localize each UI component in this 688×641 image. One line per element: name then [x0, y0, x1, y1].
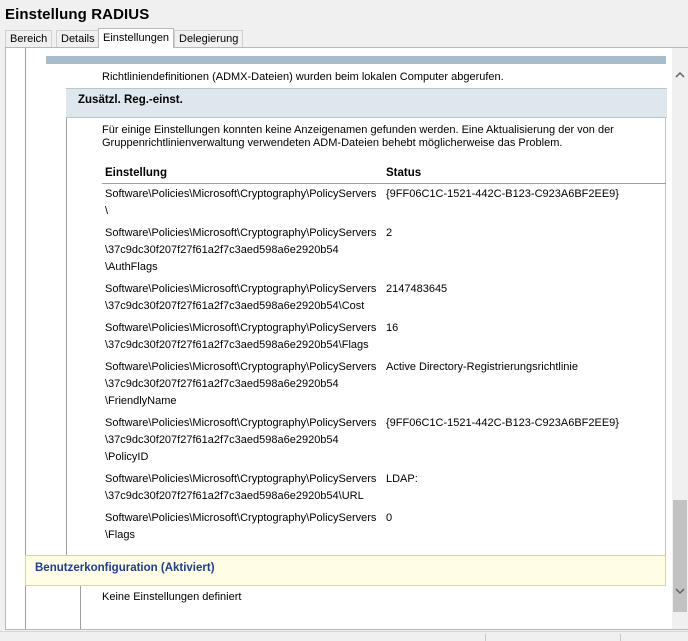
window-title: Einstellung RADIUS	[5, 6, 150, 23]
setting-status: 0	[386, 512, 393, 524]
table-row: Software\Policies\Microsoft\Cryptography…	[105, 281, 376, 315]
setting-status: 2147483645	[386, 283, 448, 295]
table-row: Software\Policies\Microsoft\Cryptography…	[105, 359, 376, 410]
setting-status: LDAP:	[386, 473, 418, 485]
setting-path-line: Software\Policies\Microsoft\Cryptography…	[105, 473, 377, 485]
setting-path-line: Software\Policies\Microsoft\Cryptography…	[105, 283, 377, 295]
setting-path-line: Software\Policies\Microsoft\Cryptography…	[105, 417, 377, 429]
setting-path-line: \37c9dc30f207f27f61a2f7c3aed598a6e2920b5…	[105, 434, 339, 446]
section-user-configuration[interactable]: Benutzerkonfiguration (Aktiviert)	[25, 555, 666, 586]
tab-delegierung[interactable]: Delegierung	[174, 30, 244, 47]
setting-path-line: Software\Policies\Microsoft\Cryptography…	[105, 512, 377, 524]
table-row: Software\Policies\Microsoft\Cryptography…	[105, 510, 376, 544]
setting-path-line: \37c9dc30f207f27f61a2f7c3aed598a6e2920b5…	[105, 490, 364, 502]
setting-path-line: Software\Policies\Microsoft\Cryptography…	[105, 322, 377, 334]
user-config-title: Benutzerkonfiguration (Aktiviert)	[35, 562, 215, 574]
no-settings-text: Keine Einstellungen definiert	[102, 591, 242, 603]
setting-path-line: Software\Policies\Microsoft\Cryptography…	[105, 361, 377, 373]
info-line-1: Für einige Einstellungen konnten keine A…	[102, 124, 614, 136]
tree-line-outer	[25, 48, 26, 555]
setting-path-line: \Flags	[105, 529, 135, 541]
setting-status: 2	[386, 227, 393, 239]
status-bar	[0, 631, 688, 641]
setting-path-line: \37c9dc30f207f27f61a2f7c3aed598a6e2920b5…	[105, 244, 339, 256]
vertical-scrollbar[interactable]	[672, 48, 688, 629]
setting-path-line: \AuthFlags	[105, 261, 158, 273]
table-row: Software\Policies\Microsoft\Cryptography…	[105, 415, 376, 466]
settings-report-panel: Richtliniendefinitionen (ADMX-Dateien) w…	[5, 47, 688, 630]
setting-status: Active Directory-Registrierungsrichtlini…	[386, 361, 578, 373]
setting-path-line: Software\Policies\Microsoft\Cryptography…	[105, 227, 377, 239]
section-title: Zusätzl. Reg.-einst.	[78, 94, 183, 106]
computer-config-header-band	[46, 56, 666, 64]
table-row: Software\Policies\Microsoft\Cryptography…	[105, 225, 376, 276]
info-line-2: Gruppenrichtlinienverwaltung verwendeten…	[102, 137, 563, 149]
report-content: Richtliniendefinitionen (ADMX-Dateien) w…	[6, 48, 667, 629]
column-header-status: Status	[386, 167, 422, 179]
tab-details[interactable]: Details	[56, 30, 100, 47]
setting-path-line: \37c9dc30f207f27f61a2f7c3aed598a6e2920b5…	[105, 378, 339, 390]
setting-path-line: \37c9dc30f207f27f61a2f7c3aed598a6e2920b5…	[105, 300, 365, 312]
setting-status: 16	[386, 322, 399, 334]
tree-line-inner	[66, 118, 67, 555]
tab-bereich[interactable]: Bereich	[5, 30, 53, 47]
chevron-down-icon[interactable]	[672, 585, 688, 601]
setting-path-line: \PolicyID	[105, 451, 149, 463]
setting-path-line: \	[105, 205, 109, 217]
section-zusaetzl-reg-einst[interactable]: Zusätzl. Reg.-einst.	[66, 88, 667, 118]
setting-path-line: Software\Policies\Microsoft\Cryptography…	[105, 188, 377, 200]
setting-path-line: \37c9dc30f207f27f61a2f7c3aed598a6e2920b5…	[105, 339, 369, 351]
table-header-divider	[102, 183, 666, 184]
tab-einstellungen[interactable]: Einstellungen	[98, 28, 175, 48]
tree-line-user	[80, 586, 81, 629]
column-header-setting: Einstellung	[105, 167, 167, 179]
tree-line-outer-lower	[25, 586, 26, 629]
chevron-up-icon[interactable]	[672, 69, 688, 85]
table-row: Software\Policies\Microsoft\Cryptography…	[105, 320, 376, 354]
table-row: Software\Policies\Microsoft\Cryptography…	[105, 186, 376, 220]
setting-path-line: \FriendlyName	[105, 395, 177, 407]
admx-note: Richtliniendefinitionen (ADMX-Dateien) w…	[102, 71, 504, 83]
table-row: Software\Policies\Microsoft\Cryptography…	[105, 471, 376, 505]
setting-status: {9FF06C1C-1521-442C-B123-C923A6BF2EE9}	[386, 188, 619, 200]
setting-status: {9FF06C1C-1521-442C-B123-C923A6BF2EE9}	[386, 417, 619, 429]
